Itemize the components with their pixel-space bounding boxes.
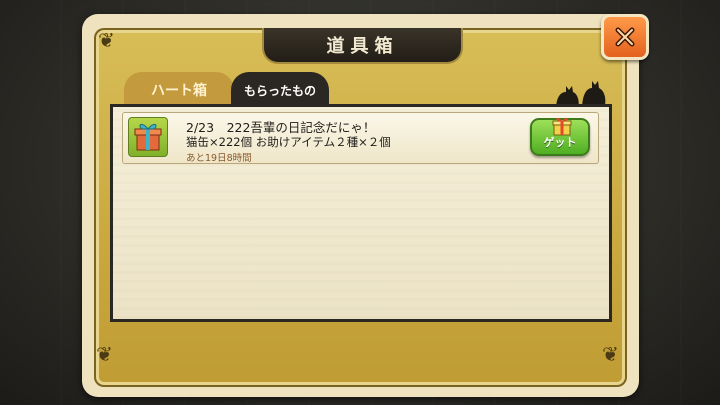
gift-box-icon — [134, 123, 162, 151]
gift-thumbnail — [128, 117, 168, 157]
dialog-title: 道具箱 — [262, 28, 463, 64]
gift-icon — [552, 117, 572, 136]
get-button-label: ゲット — [543, 136, 577, 149]
corner-ornament-br: ❦ — [602, 342, 619, 366]
close-icon — [615, 27, 635, 47]
get-button[interactable]: ゲット — [530, 117, 590, 156]
corner-ornament-bl: ❦ — [96, 342, 113, 366]
gift-description: 猫缶×222個 お助けアイテム２種×２個 — [186, 135, 391, 149]
tab-heart-box[interactable]: ハート箱 — [124, 72, 234, 108]
gift-expiry: あと19日8時間 — [186, 153, 252, 164]
close-button[interactable] — [601, 14, 649, 60]
tab-received[interactable]: もらったもの — [231, 72, 329, 108]
corner-ornament-tl: ❦ — [98, 28, 115, 52]
